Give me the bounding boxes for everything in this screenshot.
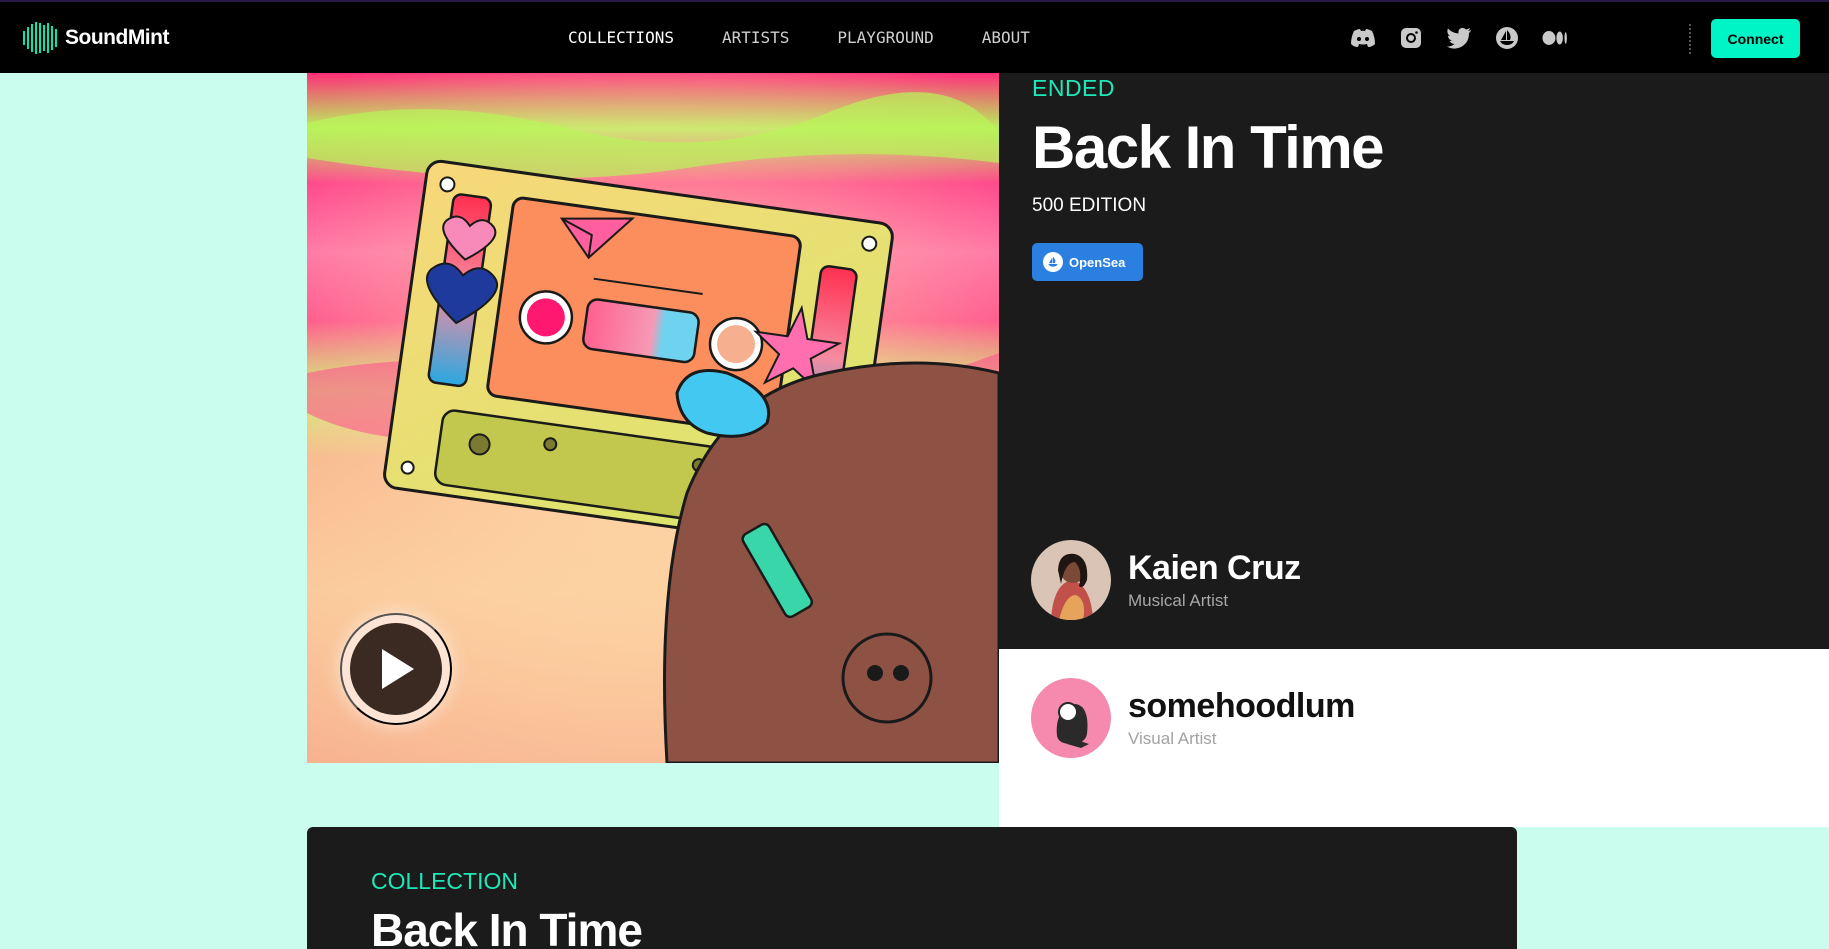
main-nav: COLLECTIONS ARTISTS PLAYGROUND ABOUT xyxy=(568,28,1078,47)
nav-collections[interactable]: COLLECTIONS xyxy=(568,28,674,47)
medium-icon[interactable] xyxy=(1542,26,1568,50)
opensea-icon[interactable] xyxy=(1494,26,1520,50)
social-links xyxy=(1350,26,1568,50)
credit-text: Kaien Cruz Musical Artist xyxy=(1111,549,1301,611)
opensea-button[interactable]: OpenSea xyxy=(1032,243,1143,281)
artist-name: somehoodlum xyxy=(1128,687,1355,725)
opensea-logo-icon xyxy=(1043,252,1063,272)
credit-text: somehoodlum Visual Artist xyxy=(1111,687,1355,749)
credit-visual-artist[interactable]: somehoodlum Visual Artist xyxy=(1031,678,1355,758)
top-nav-bar: SoundMint COLLECTIONS ARTISTS PLAYGROUND… xyxy=(0,0,1829,73)
credit-musical-artist[interactable]: Kaien Cruz Musical Artist xyxy=(1031,540,1301,620)
collection-card: COLLECTION Back In Time xyxy=(307,827,1517,949)
nav-divider xyxy=(1689,24,1691,54)
logo-text: SoundMint xyxy=(65,26,169,49)
release-title: Back In Time xyxy=(1032,114,1385,181)
avatar xyxy=(1031,540,1111,620)
collection-label: COLLECTION xyxy=(371,868,518,894)
nav-playground[interactable]: PLAYGROUND xyxy=(837,28,933,47)
opensea-button-label: OpenSea xyxy=(1069,254,1126,270)
avatar xyxy=(1031,678,1111,758)
collection-title: Back In Time xyxy=(371,904,643,949)
soundmint-logo-icon xyxy=(23,22,57,54)
soundmint-logo[interactable]: SoundMint xyxy=(23,22,169,54)
discord-icon[interactable] xyxy=(1350,26,1376,50)
nav-artists[interactable]: ARTISTS xyxy=(722,28,789,47)
twitter-icon[interactable] xyxy=(1446,26,1472,50)
artist-name: Kaien Cruz xyxy=(1128,549,1301,587)
nav-about[interactable]: ABOUT xyxy=(982,28,1030,47)
play-icon xyxy=(350,623,442,715)
artist-role: Musical Artist xyxy=(1128,591,1229,610)
connect-button[interactable]: Connect xyxy=(1711,19,1800,58)
play-button[interactable] xyxy=(340,613,452,725)
edition-size: 500 EDITION xyxy=(1032,195,1147,216)
release-status: ENDED xyxy=(1032,75,1116,101)
artist-role: Visual Artist xyxy=(1128,729,1217,748)
instagram-icon[interactable] xyxy=(1398,26,1424,50)
